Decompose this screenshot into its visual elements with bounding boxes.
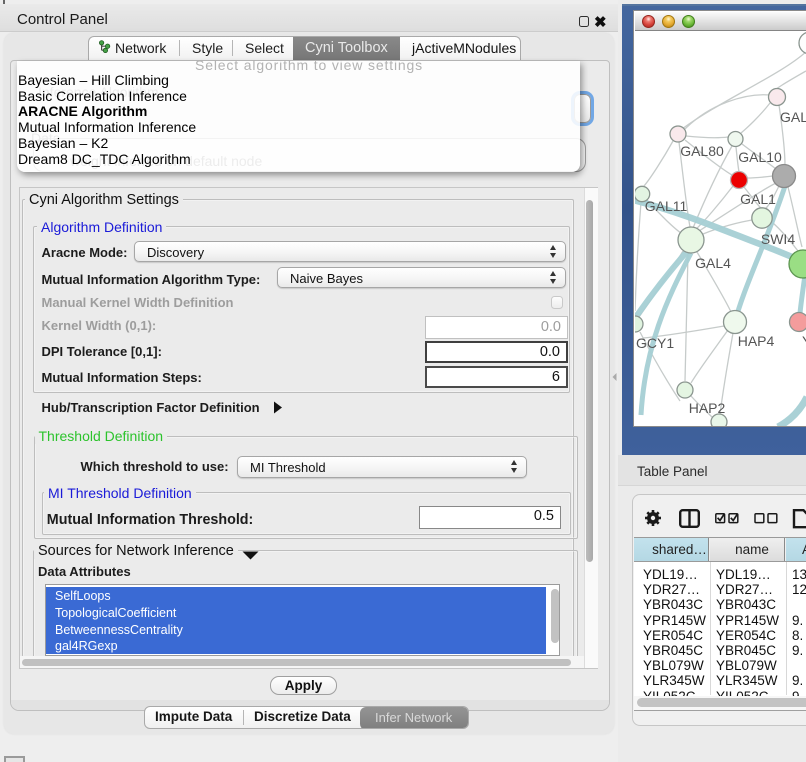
svg-text:GAL1: GAL1 bbox=[740, 191, 776, 207]
svg-text:Y: Y bbox=[802, 333, 806, 349]
svg-text:GAL7: GAL7 bbox=[780, 109, 806, 125]
svg-text:GAL80: GAL80 bbox=[680, 143, 724, 159]
svg-text:GAL10: GAL10 bbox=[738, 149, 782, 165]
svg-text:GAL4: GAL4 bbox=[695, 255, 731, 271]
svg-text:GCY1: GCY1 bbox=[636, 335, 674, 351]
svg-text:GAL11: GAL11 bbox=[645, 198, 688, 214]
svg-text:HAP4: HAP4 bbox=[738, 333, 775, 349]
svg-text:HAP2: HAP2 bbox=[689, 400, 726, 416]
svg-text:SWI4: SWI4 bbox=[761, 231, 795, 247]
